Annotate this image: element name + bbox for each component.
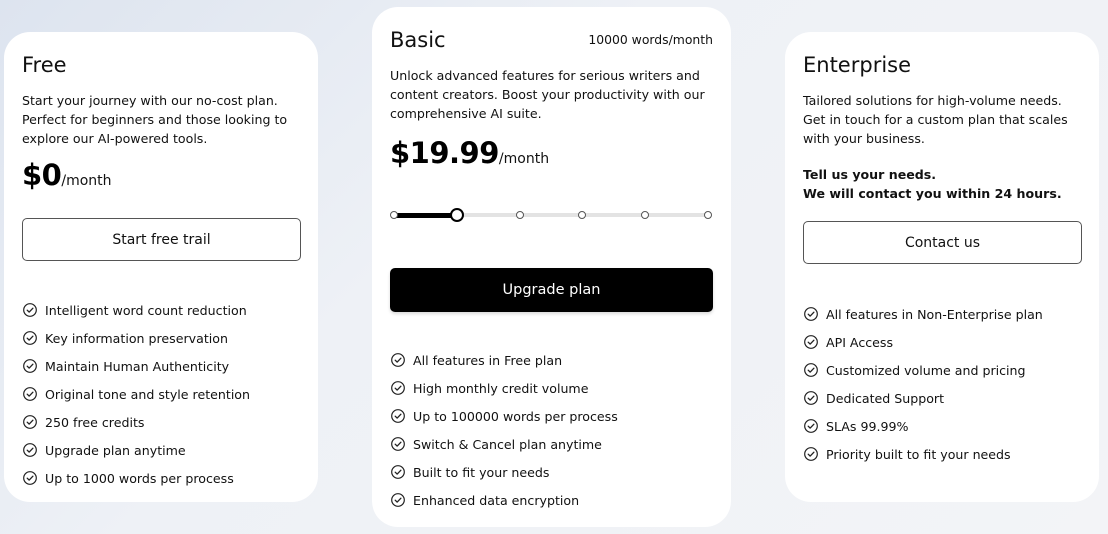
- check-circle-icon: [803, 306, 819, 322]
- plan-price: $0 /month: [22, 158, 112, 192]
- feature-list: Intelligent word count reduction Key info…: [22, 296, 250, 492]
- feature-label: 250 free credits: [45, 414, 145, 430]
- plan-name: Enterprise: [803, 53, 912, 77]
- feature-item: SLAs 99.99%: [803, 412, 1043, 440]
- check-circle-icon: [22, 414, 38, 430]
- feature-label: All features in Non-Enterprise plan: [826, 306, 1043, 322]
- check-circle-icon: [390, 464, 406, 480]
- feature-label: SLAs 99.99%: [826, 418, 909, 434]
- slider-step-dot[interactable]: [390, 211, 398, 219]
- feature-item: Customized volume and pricing: [803, 356, 1043, 384]
- slider-step-dot[interactable]: [704, 211, 712, 219]
- feature-item: All features in Non-Enterprise plan: [803, 300, 1043, 328]
- feature-item: Upgrade plan anytime: [22, 436, 250, 464]
- feature-label: Up to 100000 words per process: [413, 408, 618, 424]
- feature-item: Maintain Human Authenticity: [22, 352, 250, 380]
- feature-item: Enhanced data encryption: [390, 486, 618, 514]
- check-circle-icon: [22, 386, 38, 402]
- feature-label: Enhanced data encryption: [413, 492, 580, 508]
- check-circle-icon: [390, 436, 406, 452]
- feature-item: Dedicated Support: [803, 384, 1043, 412]
- feature-item: All features in Free plan: [390, 346, 618, 374]
- slider-fill: [394, 212, 457, 218]
- feature-label: Dedicated Support: [826, 390, 945, 406]
- check-circle-icon: [803, 390, 819, 406]
- feature-item: High monthly credit volume: [390, 374, 618, 402]
- check-circle-icon: [803, 418, 819, 434]
- feature-item: Built to fit your needs: [390, 458, 618, 486]
- feature-item: Switch & Cancel plan anytime: [390, 430, 618, 458]
- feature-item: Up to 1000 words per process: [22, 464, 250, 492]
- feature-label: Intelligent word count reduction: [45, 302, 247, 318]
- check-circle-icon: [22, 330, 38, 346]
- slider-step-dot[interactable]: [515, 211, 524, 219]
- feature-label: High monthly credit volume: [413, 380, 589, 396]
- feature-item: 250 free credits: [22, 408, 250, 436]
- plan-description: Unlock advanced features for serious wri…: [390, 68, 705, 121]
- feature-label: Key information preservation: [45, 330, 228, 346]
- feature-label: Up to 1000 words per process: [45, 470, 234, 486]
- contact-note-line-2: We will contact you within 24 hours.: [803, 186, 1062, 201]
- price-period: /month: [498, 151, 550, 167]
- plan-description: Tailored solutions for high-volume needs…: [803, 93, 1068, 146]
- check-circle-icon: [803, 362, 819, 378]
- check-circle-icon: [22, 358, 38, 374]
- check-circle-icon: [22, 302, 38, 318]
- plan-description: Start your journey with our no-cost plan…: [22, 93, 288, 146]
- upgrade-plan-button[interactable]: Upgrade plan: [390, 268, 713, 312]
- check-circle-icon: [390, 380, 406, 396]
- slider-step-dot[interactable]: [578, 211, 587, 219]
- feature-list: All features in Non-Enterprise plan API A…: [803, 300, 1043, 468]
- plan-card-free: Free Start your journey with our no-cost…: [4, 32, 318, 502]
- feature-item: Original tone and style retention: [22, 380, 250, 408]
- feature-item: Up to 100000 words per process: [390, 402, 618, 430]
- check-circle-icon: [22, 442, 38, 458]
- feature-label: Maintain Human Authenticity: [45, 358, 230, 374]
- feature-label: Customized volume and pricing: [826, 362, 1026, 378]
- price-amount: $0: [22, 158, 62, 192]
- slider-thumb[interactable]: [449, 208, 464, 222]
- plan-name: Free: [22, 53, 67, 77]
- start-free-trial-button[interactable]: Start free trail: [22, 218, 301, 261]
- check-circle-icon: [803, 334, 819, 350]
- feature-list: All features in Free plan High monthly cr…: [390, 346, 618, 514]
- feature-item: Key information preservation: [22, 324, 250, 352]
- price-period: /month: [61, 173, 112, 189]
- contact-us-button[interactable]: Contact us: [803, 221, 1082, 264]
- feature-label: Priority built to fit your needs: [826, 446, 1011, 462]
- feature-label: All features in Free plan: [413, 352, 563, 368]
- check-circle-icon: [390, 408, 406, 424]
- feature-label: Switch & Cancel plan anytime: [413, 436, 602, 452]
- feature-label: Built to fit your needs: [413, 464, 550, 480]
- feature-item: API Access: [803, 328, 1043, 356]
- price-amount: $19.99: [390, 136, 499, 170]
- feature-item: Priority built to fit your needs: [803, 440, 1043, 468]
- slider-step-dot[interactable]: [641, 211, 650, 219]
- check-circle-icon: [22, 470, 38, 486]
- check-circle-icon: [390, 492, 406, 508]
- plan-price: $19.99 /month: [390, 136, 549, 170]
- feature-label: API Access: [826, 334, 894, 350]
- words-per-month-label: 10000 words/month: [588, 32, 713, 47]
- contact-note-line-1: Tell us your needs.: [803, 167, 937, 182]
- check-circle-icon: [390, 352, 406, 368]
- feature-item: Intelligent word count reduction: [22, 296, 250, 324]
- check-circle-icon: [803, 446, 819, 462]
- word-volume-slider[interactable]: [390, 207, 712, 223]
- plan-name: Basic: [390, 28, 446, 52]
- feature-label: Original tone and style retention: [45, 386, 250, 402]
- plan-card-enterprise: Enterprise Tailored solutions for high-v…: [785, 32, 1099, 502]
- plan-card-basic: Basic 10000 words/month Unlock advanced …: [372, 7, 731, 527]
- feature-label: Upgrade plan anytime: [45, 442, 186, 458]
